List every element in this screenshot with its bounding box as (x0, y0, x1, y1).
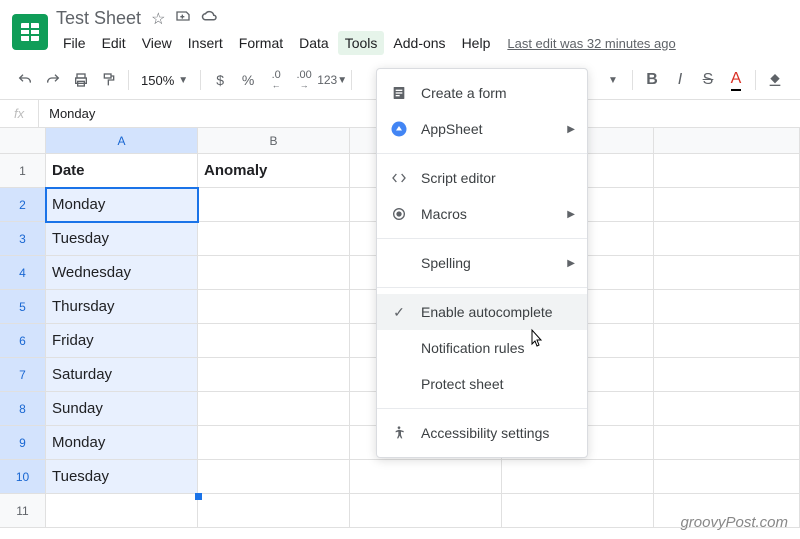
macros-icon (389, 204, 409, 224)
increase-decimal-button[interactable]: .00→ (291, 67, 317, 93)
cell-a3[interactable]: Tuesday (46, 222, 198, 256)
redo-icon[interactable] (40, 67, 66, 93)
tools-notification[interactable]: Notification rules (377, 330, 587, 366)
number-format-button[interactable]: 123▼ (319, 67, 345, 93)
percent-button[interactable]: % (235, 67, 261, 93)
cell-a9[interactable]: Monday (46, 426, 198, 460)
accessibility-icon (389, 423, 409, 443)
fill-color-button[interactable] (762, 67, 788, 93)
cell-a8[interactable]: Sunday (46, 392, 198, 426)
font-size-button[interactable]: ▼ (600, 67, 626, 93)
row-header-10[interactable]: 10 (0, 460, 46, 494)
tools-protect[interactable]: Protect sheet (377, 366, 587, 402)
fx-label: fx (0, 100, 39, 127)
row-header-8[interactable]: 8 (0, 392, 46, 426)
currency-button[interactable]: $ (207, 67, 233, 93)
cell-a6[interactable]: Friday (46, 324, 198, 358)
col-header-e[interactable] (654, 128, 800, 154)
row-header-4[interactable]: 4 (0, 256, 46, 290)
submenu-arrow-icon: ▶ (567, 258, 575, 269)
text-color-button[interactable]: A (723, 67, 749, 93)
formula-input[interactable]: Monday (39, 106, 105, 121)
print-icon[interactable] (68, 67, 94, 93)
tools-accessibility[interactable]: Accessibility settings (377, 415, 587, 451)
tools-autocomplete[interactable]: ✓ Enable autocomplete (377, 294, 587, 330)
menu-help[interactable]: Help (455, 31, 498, 55)
mouse-cursor (526, 328, 546, 355)
star-icon[interactable]: ☆ (151, 9, 165, 29)
cell-a10[interactable]: Tuesday (46, 460, 198, 494)
tools-script-editor[interactable]: Script editor (377, 160, 587, 196)
cloud-icon[interactable] (201, 9, 219, 28)
sheets-logo[interactable] (12, 14, 48, 50)
menu-addons[interactable]: Add-ons (386, 31, 452, 55)
doc-title[interactable]: Test Sheet (56, 8, 141, 29)
row-header-5[interactable]: 5 (0, 290, 46, 324)
move-icon[interactable] (175, 8, 191, 29)
cell-a2[interactable]: Monday (46, 188, 198, 222)
cell-a7[interactable]: Saturday (46, 358, 198, 392)
tools-appsheet[interactable]: AppSheet ▶ (377, 111, 587, 147)
check-icon: ✓ (389, 302, 409, 322)
col-header-a[interactable]: A (46, 128, 198, 154)
row-header-7[interactable]: 7 (0, 358, 46, 392)
cell-a1[interactable]: Date (46, 154, 198, 188)
cell-b2[interactable] (198, 188, 350, 222)
row-header-2[interactable]: 2 (0, 188, 46, 222)
paint-format-icon[interactable] (96, 67, 122, 93)
selection-handle[interactable] (195, 493, 202, 500)
tools-spelling[interactable]: Spelling ▶ (377, 245, 587, 281)
last-edit-link[interactable]: Last edit was 32 minutes ago (507, 36, 675, 51)
script-icon (389, 168, 409, 188)
menu-tools[interactable]: Tools (338, 31, 385, 55)
decrease-decimal-button[interactable]: .0← (263, 67, 289, 93)
menu-format[interactable]: Format (232, 31, 290, 55)
select-all-corner[interactable] (0, 128, 46, 154)
watermark: groovyPost.com (680, 514, 788, 531)
menu-edit[interactable]: Edit (95, 31, 133, 55)
row-header-3[interactable]: 3 (0, 222, 46, 256)
cell-a5[interactable]: Thursday (46, 290, 198, 324)
menu-insert[interactable]: Insert (181, 31, 230, 55)
row-header-9[interactable]: 9 (0, 426, 46, 460)
tools-dropdown: Create a form AppSheet ▶ Script editor M… (376, 68, 588, 458)
appsheet-icon (389, 119, 409, 139)
tools-macros[interactable]: Macros ▶ (377, 196, 587, 232)
strike-button[interactable]: S (695, 67, 721, 93)
undo-icon[interactable] (12, 67, 38, 93)
cell-a11[interactable] (46, 494, 198, 528)
tools-create-form[interactable]: Create a form (377, 75, 587, 111)
bold-button[interactable]: B (639, 67, 665, 93)
cell-e1[interactable] (654, 154, 800, 188)
cell-b1[interactable]: Anomaly (198, 154, 350, 188)
menu-view[interactable]: View (135, 31, 179, 55)
menu-file[interactable]: File (56, 31, 93, 55)
row-header-6[interactable]: 6 (0, 324, 46, 358)
menu-data[interactable]: Data (292, 31, 336, 55)
menubar: File Edit View Insert Format Data Tools … (56, 31, 676, 55)
submenu-arrow-icon: ▶ (567, 124, 575, 135)
zoom-select[interactable]: 150%▼ (135, 73, 194, 88)
cell-a4[interactable]: Wednesday (46, 256, 198, 290)
row-header-11[interactable]: 11 (0, 494, 46, 528)
submenu-arrow-icon: ▶ (567, 209, 575, 220)
form-icon (389, 83, 409, 103)
italic-button[interactable]: I (667, 67, 693, 93)
row-header-1[interactable]: 1 (0, 154, 46, 188)
col-header-b[interactable]: B (198, 128, 350, 154)
